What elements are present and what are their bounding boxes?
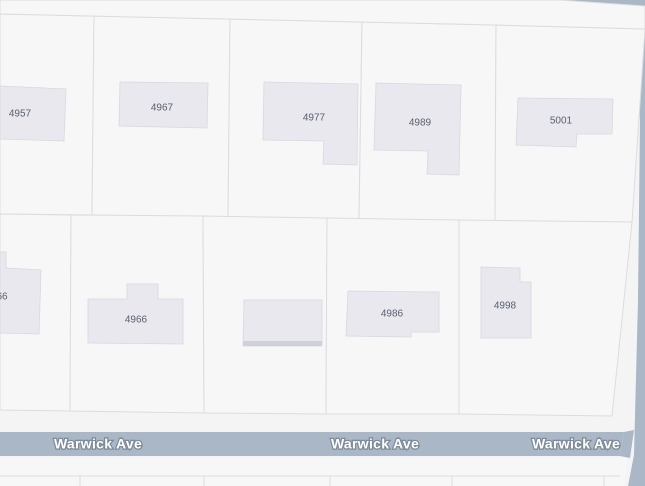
map-canvas[interactable]: 4957 4967 4977 4989 5001 66 4966 4986 49… xyxy=(0,0,645,486)
street-label: Warwick Ave xyxy=(331,436,419,452)
lower-block-fill xyxy=(0,458,628,486)
building-unlabeled-shadow xyxy=(243,341,322,346)
address-label: 66 xyxy=(0,292,8,303)
address-label: 4986 xyxy=(381,309,404,320)
street-label: Warwick Ave xyxy=(532,436,620,452)
street-labels: Warwick Ave Warwick Ave Warwick Ave xyxy=(53,434,621,453)
address-label: 4989 xyxy=(409,118,432,129)
building-unlabeled[interactable] xyxy=(242,299,323,347)
address-label: 4998 xyxy=(494,301,517,312)
address-label: 4977 xyxy=(303,113,326,124)
street-label: Warwick Ave xyxy=(54,436,142,452)
south-lower-block xyxy=(0,458,628,486)
address-label: 4966 xyxy=(125,315,148,326)
address-label: 4957 xyxy=(9,109,32,120)
address-label: 4967 xyxy=(151,103,174,114)
address-label: 5001 xyxy=(550,116,573,127)
